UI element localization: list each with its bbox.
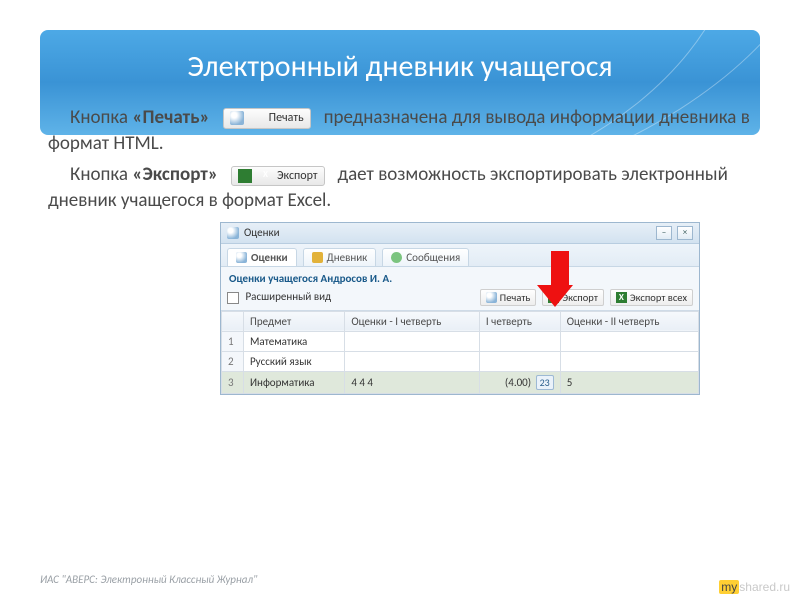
cell-q1 [479,331,560,351]
footer-caption: ИАС "АВЕРС: Электронный Классный Журнал" [40,573,257,586]
text-bold-print: «Печать» [132,106,209,129]
col-number [222,311,244,331]
print-button-label: Печать [247,110,304,126]
export-button-inline[interactable]: Экспорт [231,166,325,186]
red-arrow-annotation [546,251,573,307]
minimize-button[interactable]: – [656,226,672,240]
cell-subject: Информатика [244,371,345,393]
table-row[interactable]: 1 Математика [222,331,699,351]
cell-g1: 4 4 4 [345,371,480,393]
cell-g1 [345,351,480,371]
tab-grades[interactable]: Оценки [227,248,297,266]
tabstrip: Оценки Дневник Сообщения [221,244,699,267]
cell-subject: Русский язык [244,351,345,371]
student-heading: Оценки учащегося Андросов И. А. [221,267,699,287]
col-grades-q1: Оценки - I четверть [345,311,480,331]
print-button-inline[interactable]: Печать [223,108,311,128]
app-icon [227,227,239,239]
excel-icon [238,169,252,183]
cell-subject: Математика [244,331,345,351]
row-number: 1 [222,331,244,351]
cell-g2 [560,331,698,351]
print-button[interactable]: Печать [480,289,537,306]
text-bold-export: «Экспорт» [132,163,218,186]
count-badge: 23 [536,375,554,390]
tab-messages[interactable]: Сообщения [382,248,469,266]
col-q1: I четверть [479,311,560,331]
cell-q1 [479,351,560,371]
watermark-my: my [719,580,739,594]
printer-icon [486,292,497,303]
cell-g1 [345,331,480,351]
col-subject: Предмет [244,311,345,331]
checkbox-icon [227,292,239,304]
close-button[interactable]: × [677,226,693,240]
grades-table: Предмет Оценки - I четверть I четверть О… [221,311,699,394]
tab-label: Сообщения [406,251,460,264]
table-header-row: Предмет Оценки - I четверть I четверть О… [222,311,699,331]
cell-g2 [560,351,698,371]
refresh-icon [391,252,402,263]
avg-value: (4.00) [505,376,531,389]
export-all-button[interactable]: Экспорт всех [610,289,693,306]
row-number: 3 [222,371,244,393]
book-icon [312,252,323,263]
excel-icon [616,292,627,303]
export-all-label: Экспорт всех [630,291,687,304]
table-row[interactable]: 3 Информатика 4 4 4 (4.00) 23 5 [222,371,699,393]
window-titlebar: Оценки – × [221,223,699,244]
cell-q1: (4.00) 23 [479,371,560,393]
watermark: myshared.ru [719,580,790,594]
expanded-view-label: Расширенный вид [246,290,332,303]
printer-icon [230,111,244,125]
tab-label: Оценки [251,251,288,264]
star-icon [236,252,247,263]
expanded-view-checkbox[interactable]: Расширенный вид [227,290,331,303]
tab-diary[interactable]: Дневник [303,248,377,266]
row-number: 2 [222,351,244,371]
slide-title: Электронный дневник учащегося [70,48,730,85]
slide-body: Кнопка «Печать» Печать предназначена для… [40,105,760,214]
grades-window: Оценки – × Оценки Дневник Сообщения Оцен… [220,222,700,395]
watermark-rest: shared.ru [739,580,790,594]
print-label: Печать [500,291,531,304]
cell-g2: 5 [560,371,698,393]
view-toolbar: Расширенный вид Печать Экспорт Экспорт в… [221,287,699,311]
window-title: Оценки [244,226,280,239]
text-frag: Кнопка [70,163,132,186]
table-row[interactable]: 2 Русский язык [222,351,699,371]
text-frag: Кнопка [70,106,132,129]
col-grades-q2: Оценки - II четверть [560,311,698,331]
tab-label: Дневник [327,251,368,264]
